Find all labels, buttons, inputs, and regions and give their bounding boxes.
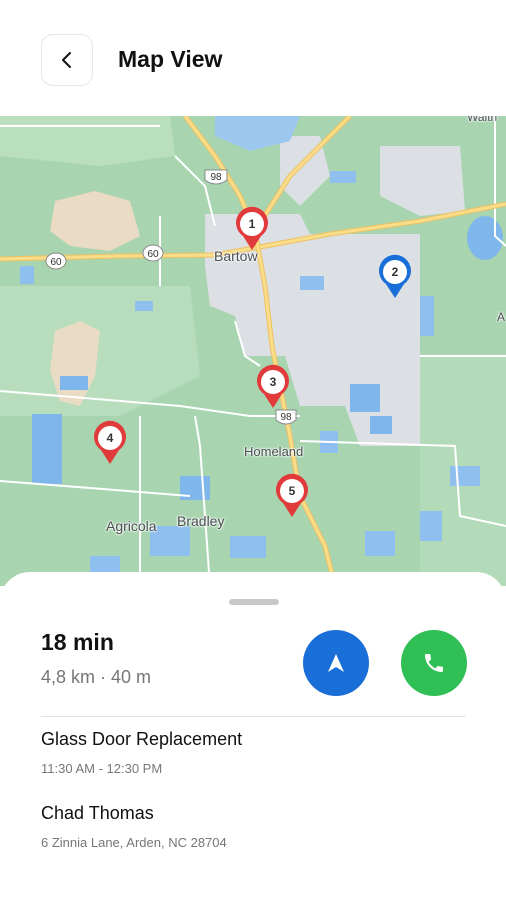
svg-text:98: 98 — [210, 172, 222, 183]
route-shield-60-west: 60 — [45, 252, 67, 270]
navigation-arrow-icon — [328, 654, 344, 672]
job-title: Glass Door Replacement — [41, 729, 243, 749]
svg-text:60: 60 — [50, 257, 62, 268]
job-time: 11:30 AM - 12:30 PM — [41, 761, 163, 776]
chevron-left-icon — [62, 52, 71, 68]
phone-icon — [425, 654, 443, 672]
divider — [41, 716, 466, 717]
svg-text:60: 60 — [147, 249, 159, 260]
sheet-drag-handle[interactable] — [229, 599, 279, 605]
route-shield-98-south: 98 — [275, 409, 297, 425]
route-shield-60-east: 60 — [142, 244, 164, 262]
page-title: Map View — [118, 46, 223, 72]
map-marker-4[interactable]: 4 — [92, 420, 128, 466]
back-button[interactable] — [41, 34, 93, 86]
route-distance: 4,8 km · 40 m — [41, 667, 152, 687]
place-label-bradley: Bradley — [177, 513, 225, 529]
details-sheet: 18 min 4,8 km · 40 m Glass Door Replacem… — [0, 572, 506, 900]
marker-label: 1 — [248, 217, 256, 231]
map-marker-5[interactable]: 5 — [274, 473, 310, 519]
marker-label: 3 — [269, 375, 277, 389]
call-button[interactable] — [401, 630, 467, 696]
customer-address: 6 Zinnia Lane, Arden, NC 28704 — [41, 835, 227, 850]
marker-label: 4 — [106, 431, 114, 445]
marker-label: 2 — [391, 265, 399, 279]
map-view[interactable]: 98 60 60 98 Bartow Homeland Agricola Bra… — [0, 116, 506, 586]
customer-name: Chad Thomas — [41, 803, 154, 823]
place-label-homeland: Homeland — [244, 444, 304, 459]
map-marker-1[interactable]: 1 — [234, 206, 270, 252]
place-label-edge-top: Walth — [467, 116, 498, 124]
header: Map View — [0, 0, 506, 116]
svg-text:98: 98 — [280, 412, 292, 423]
navigate-button[interactable] — [303, 630, 369, 696]
route-shield-98-north: 98 — [204, 169, 228, 185]
map-marker-3[interactable]: 3 — [255, 364, 291, 410]
map-marker-2[interactable]: 2 — [377, 254, 413, 300]
route-eta: 18 min — [41, 629, 114, 655]
place-label-edge-right: A — [497, 310, 506, 324]
place-label-agricola: Agricola — [106, 518, 157, 534]
map-canvas — [0, 116, 506, 586]
marker-label: 5 — [288, 484, 296, 498]
